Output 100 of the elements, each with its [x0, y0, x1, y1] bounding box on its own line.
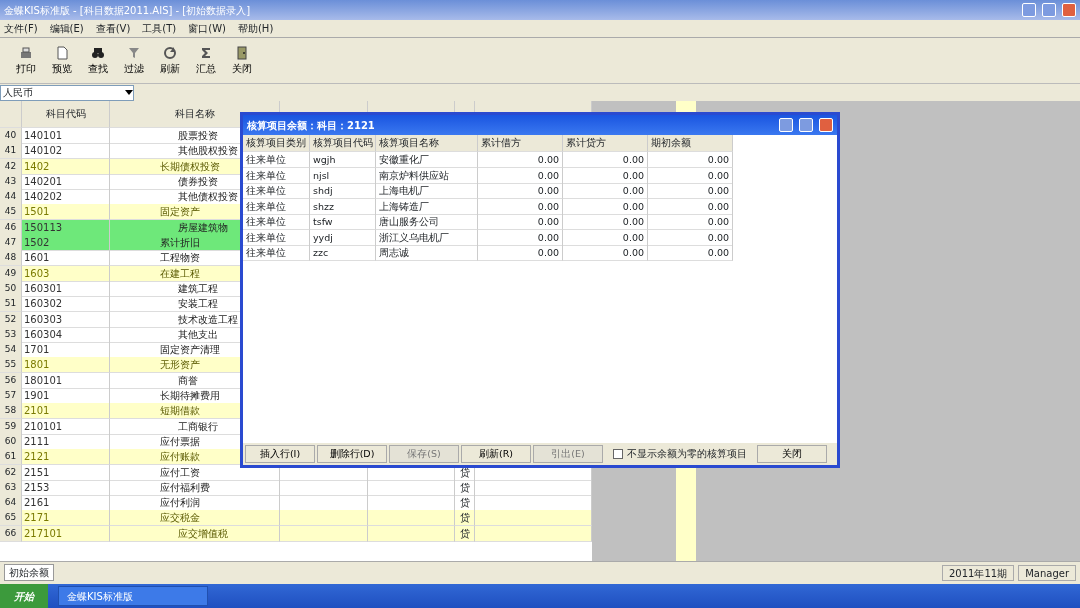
close-button[interactable] — [819, 118, 833, 132]
toolbar-button[interactable]: 汇总 — [188, 45, 224, 76]
column-header: 核算项目代码 — [310, 135, 376, 152]
table-cell: 安徽重化厂 — [376, 152, 478, 168]
menu-item[interactable]: 编辑(E) — [49, 21, 84, 36]
table-cell: 0.00 — [648, 183, 733, 199]
row-number: 51 — [0, 296, 22, 313]
table-cell: 往来单位 — [243, 183, 310, 199]
table-cell: 唐山服务公司 — [376, 214, 478, 230]
window-title: 金蝶KIS标准版 - [科目数据2011.AIS] - [初始数据录入] — [4, 3, 251, 18]
row-number: 44 — [0, 189, 22, 206]
caret-icon — [125, 90, 133, 96]
table-cell: 140201 — [22, 173, 110, 190]
table-cell: 0.00 — [478, 198, 563, 215]
table-cell: 2101 — [22, 403, 110, 420]
menu-item[interactable]: 帮助(H) — [237, 21, 274, 36]
table-cell: 140101 — [22, 128, 110, 144]
table-cell: 0.00 — [563, 152, 648, 168]
toolbar-button[interactable]: 预览 — [44, 45, 80, 76]
table-cell: 180101 — [22, 372, 110, 389]
column-header: 累计贷方 — [563, 135, 648, 152]
page-icon — [54, 45, 70, 61]
table-cell: 0.00 — [478, 167, 563, 184]
table-cell: 贷 — [455, 510, 475, 527]
dialog-button[interactable]: 刷新(R) — [461, 444, 531, 464]
table-cell: 0.00 — [478, 245, 563, 261]
table-cell: 往来单位 — [243, 167, 310, 184]
column-header: 核算项目类别 — [243, 135, 310, 152]
row-number: 57 — [0, 388, 22, 405]
table-cell: 浙江义乌电机厂 — [376, 229, 478, 246]
table-cell: 0.00 — [648, 198, 733, 215]
sheet-tab[interactable]: 初始余额 — [4, 564, 54, 581]
status-period: 2011年11期 — [941, 564, 1015, 581]
toolbar-button[interactable]: 过滤 — [116, 45, 152, 76]
binoculars-icon — [90, 45, 106, 61]
row-number: 41 — [0, 143, 22, 160]
table-cell: 南京炉料供应站 — [376, 167, 478, 184]
table-cell: 2153 — [22, 479, 110, 496]
table-cell: 0.00 — [563, 245, 648, 261]
close-button[interactable]: 关闭 — [757, 444, 827, 464]
table-cell: 0.00 — [648, 167, 733, 184]
table-cell: 160303 — [22, 311, 110, 328]
table-cell: 2151 — [22, 464, 110, 481]
close-button[interactable] — [1062, 3, 1076, 17]
row-number: 45 — [0, 204, 22, 221]
table-cell: 往来单位 — [243, 229, 310, 246]
table-cell: njsl — [310, 167, 376, 184]
row-number: 55 — [0, 357, 22, 374]
table-cell: 往来单位 — [243, 214, 310, 230]
table-cell: 210101 — [22, 418, 110, 435]
toolbar-button[interactable]: 关闭 — [224, 45, 260, 76]
table-cell: 160304 — [22, 326, 110, 343]
row-number: 65 — [0, 510, 22, 527]
table-cell: 0.00 — [563, 214, 648, 230]
status-user: Manager — [1018, 564, 1076, 581]
table-cell: 应交税金 — [110, 510, 280, 527]
row-number: 47 — [0, 235, 22, 252]
dialog-button[interactable]: 插入行(I) — [245, 444, 315, 464]
menu-item[interactable]: 窗口(W) — [188, 21, 226, 36]
dialog-button[interactable]: 删除行(D) — [317, 444, 387, 464]
menu-item[interactable]: 工具(T) — [142, 21, 177, 36]
table-cell: 0.00 — [478, 183, 563, 199]
table-cell: zzc — [310, 245, 376, 261]
menu-item[interactable]: 查看(V) — [95, 21, 131, 36]
row-number: 64 — [0, 495, 22, 512]
table-cell: 往来单位 — [243, 152, 310, 168]
table-cell: 0.00 — [478, 214, 563, 230]
taskbar-button[interactable]: 金蝶KIS标准版 — [58, 586, 208, 606]
table-cell: 0.00 — [478, 229, 563, 246]
table-cell: 0.00 — [563, 167, 648, 184]
column-header: 科目代码 — [22, 101, 110, 128]
start-button[interactable]: 开始 — [0, 584, 48, 608]
column-header: 累计借方 — [478, 135, 563, 152]
door-icon — [234, 45, 250, 61]
table-cell: 0.00 — [648, 245, 733, 261]
maximize-button[interactable] — [799, 118, 813, 132]
table-cell: shdj — [310, 183, 376, 199]
toolbar-button[interactable]: 刷新 — [152, 45, 188, 76]
minimize-button[interactable] — [1022, 3, 1036, 17]
hide-zero-checkbox[interactable]: 不显示余额为零的核算项目 — [605, 446, 755, 462]
maximize-button[interactable] — [1042, 3, 1056, 17]
table-cell: 2121 — [22, 449, 110, 466]
printer-icon — [18, 45, 34, 61]
table-cell: yydj — [310, 229, 376, 246]
currency-dropdown[interactable]: 人民币 — [0, 84, 134, 101]
table-cell: shzz — [310, 198, 376, 215]
minimize-button[interactable] — [779, 118, 793, 132]
table-cell: 2171 — [22, 510, 110, 527]
table-cell: 1502 — [22, 235, 110, 252]
refresh-icon — [162, 45, 178, 61]
table-cell: 0.00 — [478, 152, 563, 168]
row-number: 40 — [0, 128, 22, 144]
table-cell: 上海电机厂 — [376, 183, 478, 199]
table-cell: 160301 — [22, 280, 110, 297]
toolbar-button[interactable]: 查找 — [80, 45, 116, 76]
toolbar-button[interactable]: 打印 — [8, 45, 44, 76]
menu-item[interactable]: 文件(F) — [4, 21, 38, 36]
column-header: 期初余额 — [648, 135, 733, 152]
funnel-icon — [126, 45, 142, 61]
row-number: 48 — [0, 250, 22, 267]
